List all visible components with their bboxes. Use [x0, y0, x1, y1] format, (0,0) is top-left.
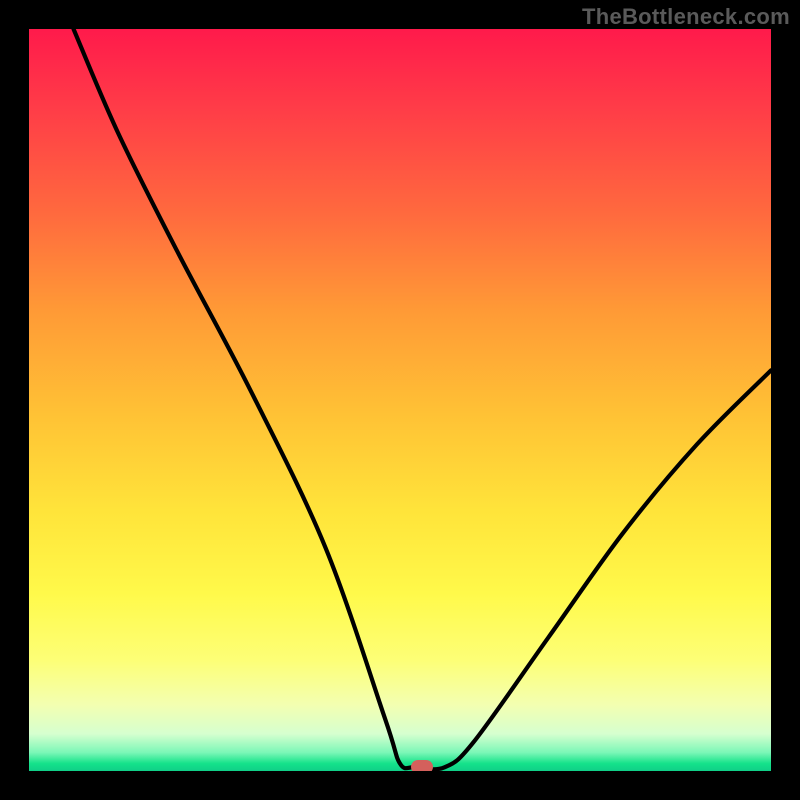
chart-frame: TheBottleneck.com: [0, 0, 800, 800]
optimal-point-marker: [411, 760, 433, 771]
bottleneck-curve: [29, 29, 771, 771]
watermark-text: TheBottleneck.com: [582, 4, 790, 30]
curve-path: [74, 29, 771, 769]
plot-area: [29, 29, 771, 771]
